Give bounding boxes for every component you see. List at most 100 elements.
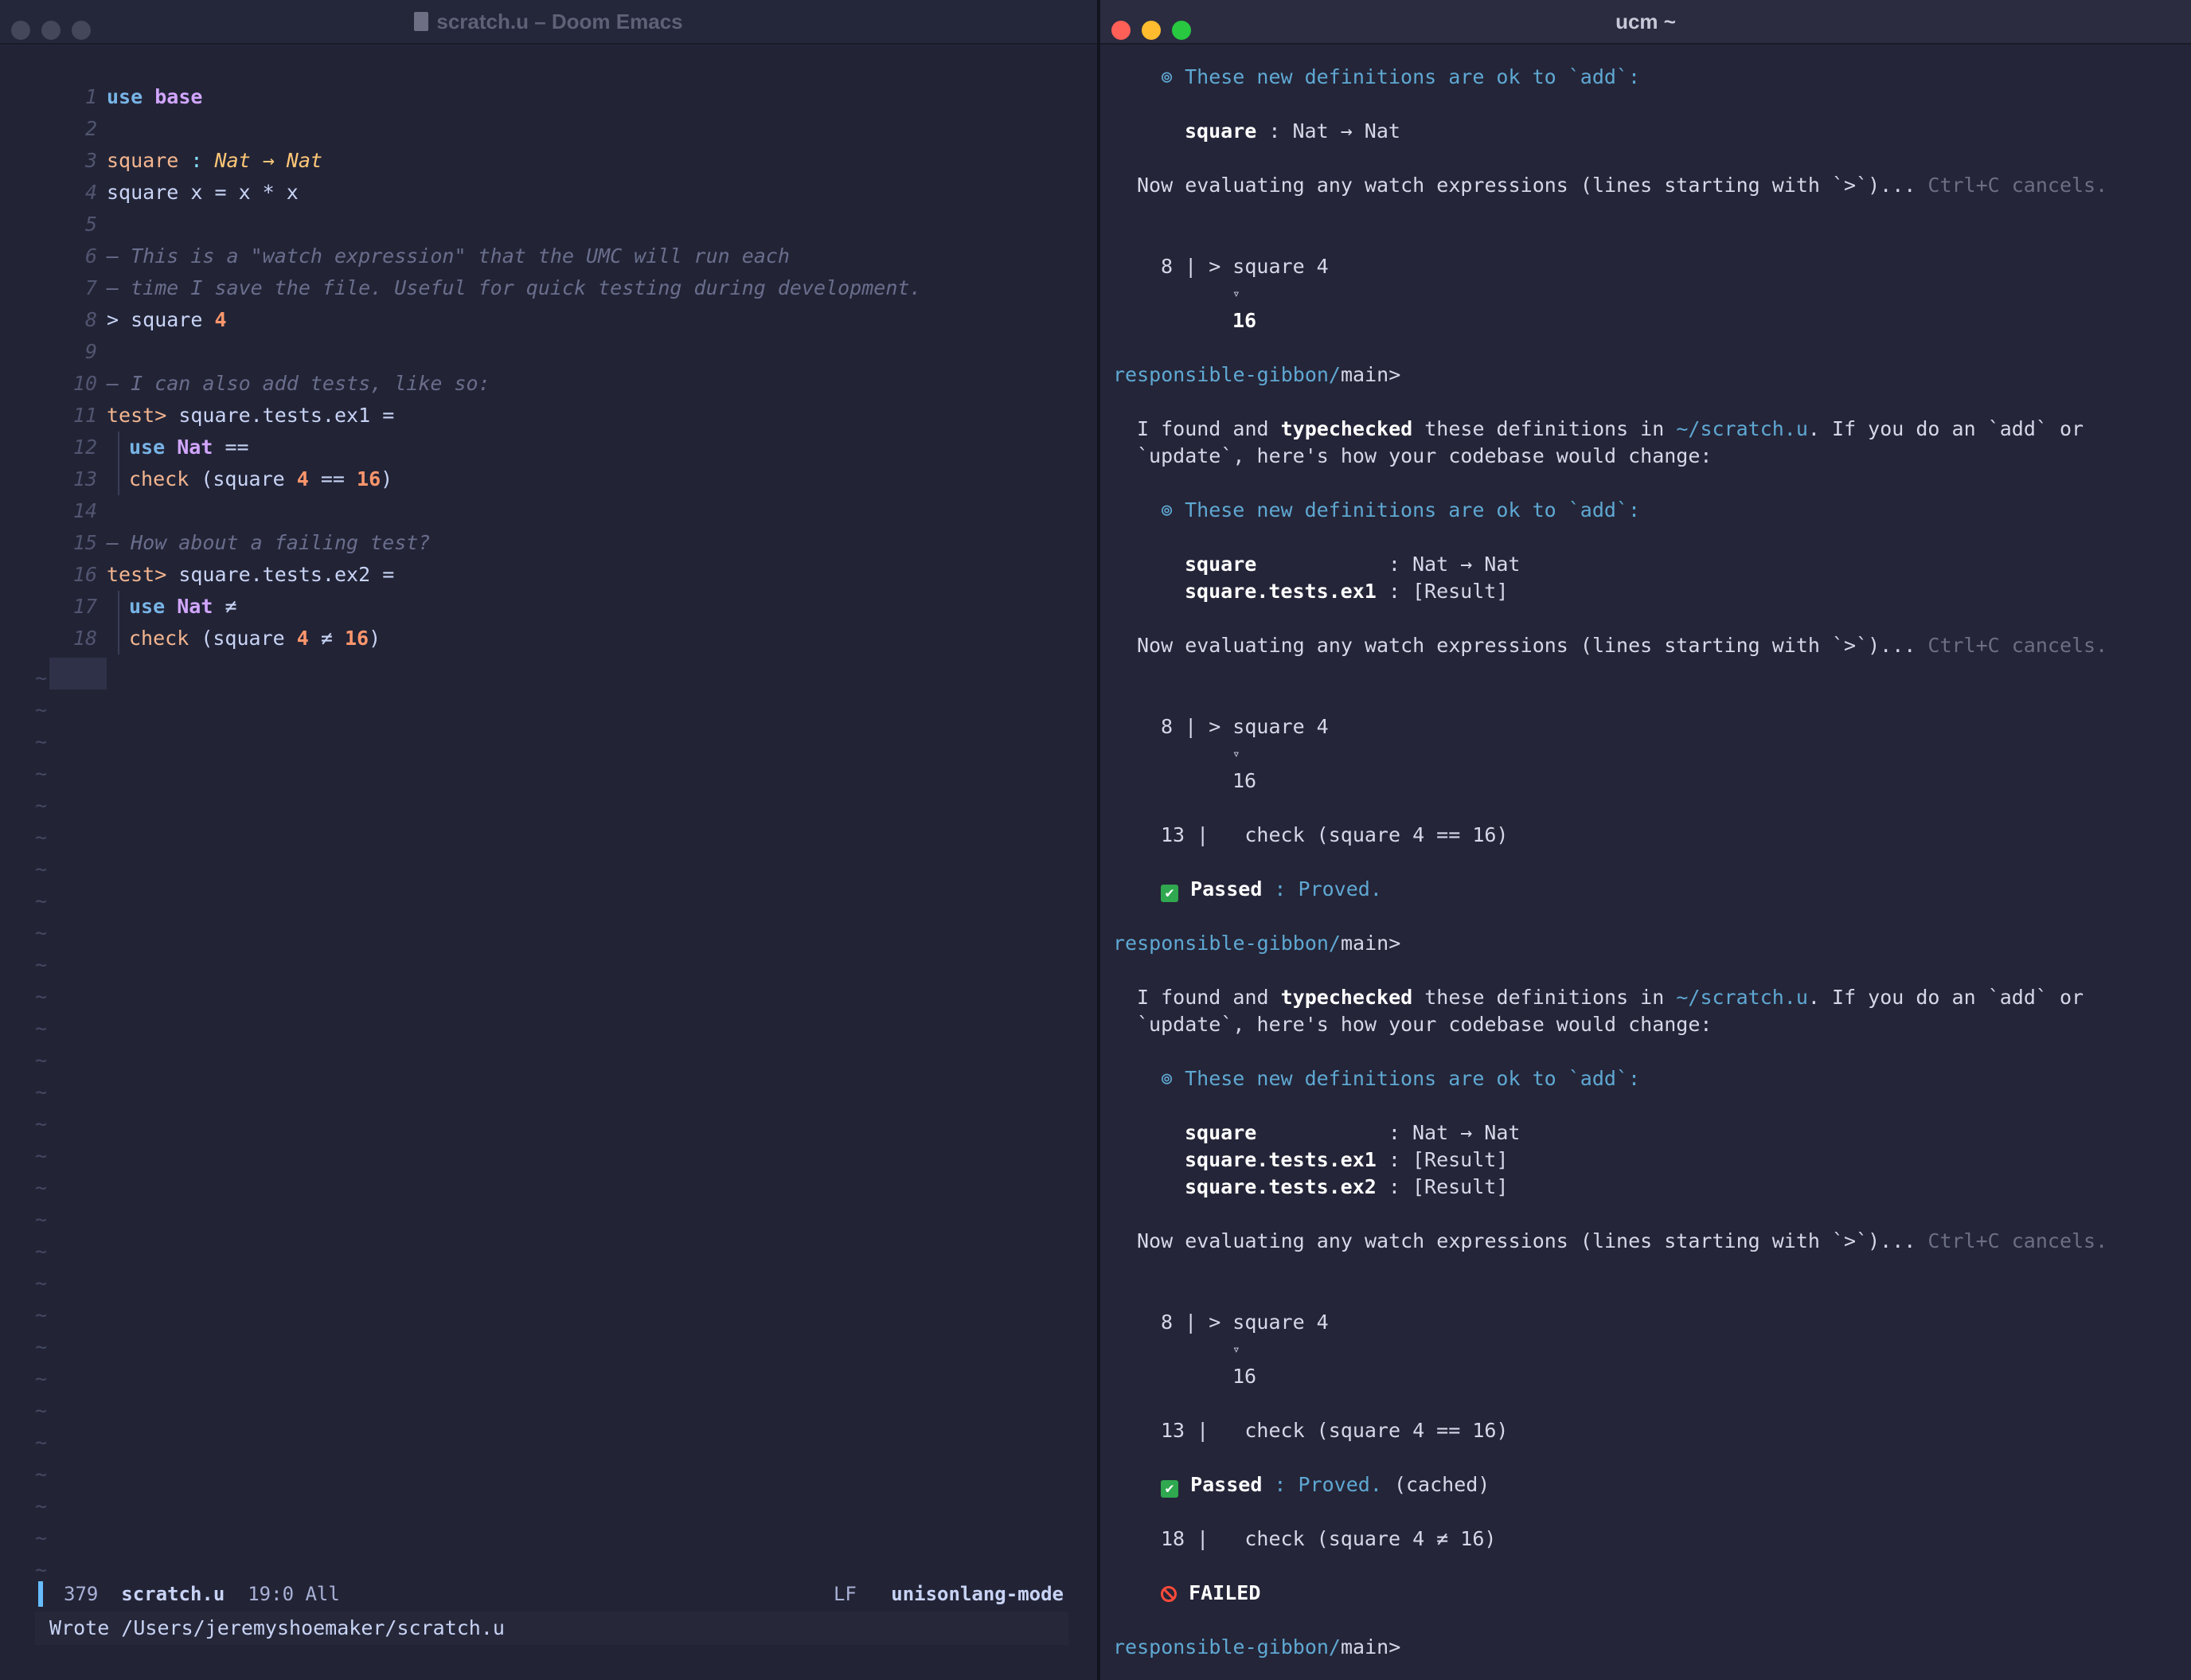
number: 4 xyxy=(296,627,309,650)
empty-line-tilde: ~ xyxy=(35,858,48,881)
empty-line-tilde: ~ xyxy=(35,1017,48,1040)
output-line: 13 | check (square 4 == 16) xyxy=(1113,822,2188,849)
output-line: `update`, here's how your codebase would… xyxy=(1113,1011,2188,1038)
line-number: 8 xyxy=(84,308,97,331)
empty-line-tilde: ~ xyxy=(35,1112,48,1135)
output-line: square.tests.ex1 : [Result] xyxy=(1113,1147,2188,1174)
watch-line: 8 | > square 4 xyxy=(1161,255,1329,278)
empty-line-tilde: ~ xyxy=(35,1176,48,1199)
result-arrow-icon: ▿ xyxy=(1232,1342,1240,1357)
empty-line-tilde: ~ xyxy=(35,1494,48,1518)
empty-line-tilde: ~ xyxy=(35,826,48,849)
definition-name: square.tests.ex2 xyxy=(1185,1175,1377,1198)
output-line: ✔ Passed : Proved. xyxy=(1113,876,2188,903)
definition-type: : [Result] xyxy=(1376,1148,1509,1171)
eval-text: Now evaluating any watch expressions (li… xyxy=(1137,634,1928,657)
close-button[interactable] xyxy=(1111,21,1131,40)
line-number: 18 xyxy=(72,627,97,650)
colon: : xyxy=(190,149,203,172)
code-editor[interactable]: 1 use base 2 3 square : Nat → Nat 4 square … xyxy=(0,81,1097,654)
line-ending[interactable]: LF xyxy=(834,1583,857,1605)
line-number: 17 xyxy=(72,595,97,618)
indent-guide xyxy=(118,432,119,463)
line-number: 3 xyxy=(84,149,97,172)
number: 16 xyxy=(357,467,381,490)
empty-line-tilde: ~ xyxy=(35,1049,48,1072)
zoom-button[interactable] xyxy=(72,21,91,40)
close-button[interactable] xyxy=(11,21,30,40)
output-line: ⊚ These new definitions are ok to `add`: xyxy=(1113,1065,2188,1092)
prohibited-icon xyxy=(1161,1586,1177,1602)
output-line: ▿ xyxy=(1113,740,2188,768)
line-number: 13 xyxy=(72,467,97,490)
terminal-output[interactable]: ⊚ These new definitions are ok to `add`:… xyxy=(1113,54,2188,1661)
empty-line-tilde: ~ xyxy=(35,1431,48,1454)
major-mode[interactable]: unisonlang-mode xyxy=(891,1583,1064,1605)
test-line: 18 | check (square 4 ≠ 16) xyxy=(1161,1527,1497,1550)
namespace: Nat xyxy=(177,595,213,618)
text: these definitions in xyxy=(1412,986,1677,1009)
empty-line-tilde: ~ xyxy=(35,794,48,817)
code-line: 8 > square 4 xyxy=(0,304,1097,336)
cursor-line xyxy=(49,658,107,690)
minimize-button[interactable] xyxy=(41,21,61,40)
code-line: 10 — I can also add tests, like so: xyxy=(0,368,1097,400)
test-keyword: test> xyxy=(107,563,167,586)
code-line: 4 square x = x * x xyxy=(0,177,1097,209)
prompt-line[interactable]: responsible-gibbon/main> xyxy=(1113,1634,2188,1661)
function-name: check xyxy=(129,467,189,490)
def-name: square xyxy=(107,149,179,172)
output-line: `update`, here's how your codebase would… xyxy=(1113,443,2188,470)
zoom-button[interactable] xyxy=(1172,21,1191,40)
namespace: base xyxy=(154,85,203,108)
emacs-titlebar: scratch.u – Doom Emacs xyxy=(0,0,1097,45)
output-line: I found and typechecked these definition… xyxy=(1113,416,2188,443)
definition-name: square.tests.ex1 xyxy=(1185,1148,1377,1171)
watch-result: 16 xyxy=(1232,769,1257,792)
output-line: square.tests.ex1 : [Result] xyxy=(1113,578,2188,605)
terminal-titlebar: ucm ~ xyxy=(1100,0,2191,45)
line-number: 16 xyxy=(72,563,97,586)
empty-line-tilde: ~ xyxy=(35,698,48,721)
output-line: square : Nat → Nat xyxy=(1113,1119,2188,1147)
output-line: 13 | check (square 4 == 16) xyxy=(1113,1417,2188,1444)
namespace: Nat xyxy=(177,436,213,459)
empty-line-tilde: ~ xyxy=(35,985,48,1008)
ok-header: ⊚ These new definitions are ok to `add`: xyxy=(1161,65,1641,88)
code-line: 9 xyxy=(0,336,1097,368)
function-name: check xyxy=(129,627,189,650)
line-number: 4 xyxy=(84,181,97,204)
code-line: 17 use Nat ≠ xyxy=(0,591,1097,623)
text: these definitions in xyxy=(1412,417,1677,440)
empty-line-tilde: ~ xyxy=(35,921,48,944)
code-line: 3 square : Nat → Nat xyxy=(0,145,1097,177)
watch-line: 8 | > square 4 xyxy=(1161,715,1329,738)
keyword: use xyxy=(107,85,143,108)
cancel-hint: Ctrl+C cancels. xyxy=(1927,634,2108,657)
document-icon xyxy=(414,12,429,31)
check-mark-icon: ✔ xyxy=(1161,1480,1178,1498)
line-number: 15 xyxy=(72,531,97,554)
empty-line-tilde: ~ xyxy=(35,1335,48,1358)
text: . If you do an `add` or xyxy=(1807,986,2084,1009)
indent-guide xyxy=(118,623,119,654)
file-path: ~/scratch.u xyxy=(1676,986,1808,1009)
cached-label: (cached) xyxy=(1381,1473,1490,1496)
cancel-hint: Ctrl+C cancels. xyxy=(1927,1229,2108,1252)
empty-line-tilde: ~ xyxy=(35,1272,48,1295)
definition-type: : Nat → Nat xyxy=(1376,553,1521,576)
minimize-button[interactable] xyxy=(1142,21,1161,40)
empty-line-tilde: ~ xyxy=(35,762,48,785)
code-text: (square xyxy=(189,467,297,490)
code-text: (square xyxy=(189,627,297,650)
output-line: square : Nat → Nat xyxy=(1113,551,2188,578)
code-text: square.tests.ex1 = xyxy=(166,404,395,427)
output-line: ✔ Passed : Proved. (cached) xyxy=(1113,1471,2188,1498)
typechecked-label: typechecked xyxy=(1280,986,1413,1009)
empty-line-tilde: ~ xyxy=(35,1080,48,1104)
emacs-title: scratch.u – Doom Emacs xyxy=(436,10,683,33)
comment: — time I save the file. Useful for quick… xyxy=(107,276,922,299)
type-signature: Nat → Nat xyxy=(214,149,322,172)
buffer-name[interactable]: scratch.u xyxy=(121,1583,225,1605)
terminal-title: ucm ~ xyxy=(1615,10,1676,33)
